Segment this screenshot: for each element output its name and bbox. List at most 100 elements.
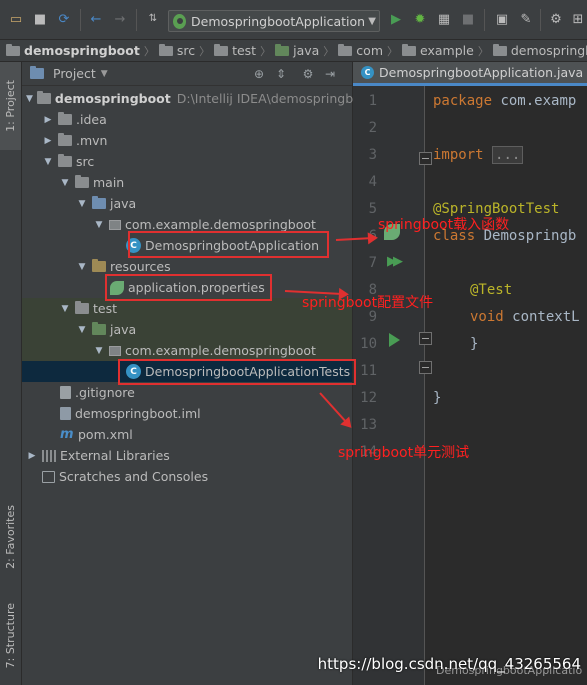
breadcrumb-item-java[interactable]: java xyxy=(275,43,319,58)
chevron-down-icon[interactable]: ▼ xyxy=(93,220,105,230)
tree-item-mvn[interactable]: ▶ .mvn xyxy=(22,130,352,151)
tree-item-label: main xyxy=(93,175,125,190)
tool-tab-project[interactable]: 1: Project xyxy=(0,62,21,150)
line-number: 11 xyxy=(360,363,377,379)
folder-icon xyxy=(75,175,89,188)
chevron-down-icon[interactable]: ▼ xyxy=(76,262,88,272)
highlight-box-properties xyxy=(105,274,272,301)
breadcrumb: demospringboot 〉 src 〉 test 〉 java 〉 com… xyxy=(0,40,587,62)
run-all-tests-icon[interactable]: ▶▶ xyxy=(387,254,403,269)
tree-item-label: .gitignore xyxy=(75,385,135,400)
breadcrumb-item-test[interactable]: test xyxy=(214,43,256,58)
watermark: https://blog.csdn.net/qq_43265564 xyxy=(317,655,581,673)
test-folder-icon xyxy=(92,322,106,335)
toolbar-separator xyxy=(540,9,541,31)
left-tool-stripe: 1: Project 2: Favorites 7: Structure xyxy=(0,62,22,685)
settings-icon[interactable]: ⚙ xyxy=(548,11,564,27)
coverage-icon[interactable]: ▦ xyxy=(436,11,452,27)
run-test-icon[interactable] xyxy=(389,333,400,347)
chevron-right-icon[interactable]: ▶ xyxy=(42,136,54,146)
main-toolbar: ▭ ■ ⟳ ← → ⇅ DemospringbootApplication ▼ … xyxy=(0,0,587,40)
line-number: 5 xyxy=(368,201,377,217)
structure-icon[interactable]: ⊞ xyxy=(570,11,586,27)
line-number: 4 xyxy=(368,174,377,190)
toolbar-separator xyxy=(80,9,81,31)
package-icon xyxy=(109,345,121,356)
breadcrumb-item-example[interactable]: example xyxy=(402,43,474,58)
gear-icon[interactable]: ⚙ xyxy=(300,66,316,82)
tree-item-main[interactable]: ▼ main xyxy=(22,172,352,193)
tree-item-label: demospringboot.iml xyxy=(75,406,201,421)
breadcrumb-item-demospringboot[interactable]: demospringboot xyxy=(492,43,587,58)
tree-item-label: src xyxy=(76,154,95,169)
tool-tab-structure[interactable]: 7: Structure xyxy=(0,590,21,682)
folder-open-icon[interactable]: ▭ xyxy=(8,11,24,27)
chevron-right-icon[interactable]: ▶ xyxy=(26,451,38,461)
line-number: 3 xyxy=(368,147,377,163)
code-line-11[interactable]: } xyxy=(470,336,478,352)
fold-marker-icon[interactable] xyxy=(419,332,432,345)
build-icon[interactable]: ⇅ xyxy=(145,11,161,27)
breadcrumb-item-src[interactable]: src xyxy=(158,43,195,58)
locate-icon[interactable]: ⊕ xyxy=(251,66,267,82)
stop-icon[interactable]: ■ xyxy=(460,11,476,27)
folder-icon xyxy=(58,154,72,167)
fold-marker-icon[interactable] xyxy=(419,152,432,165)
code-line-13[interactable]: } xyxy=(433,390,441,406)
code-line-1[interactable]: package com.examp xyxy=(433,93,576,109)
chevron-down-icon[interactable]: ▼ xyxy=(42,157,54,167)
run-config-dropdown[interactable]: DemospringbootApplication ▼ xyxy=(168,10,380,32)
back-icon[interactable]: ← xyxy=(88,11,104,27)
chevron-down-icon[interactable]: ▼ xyxy=(26,94,33,104)
run-icon[interactable]: ▶ xyxy=(388,11,404,27)
tree-item-scratches[interactable]: Scratches and Consoles xyxy=(22,466,352,487)
tree-item-gitignore[interactable]: .gitignore xyxy=(22,382,352,403)
code-line-3[interactable]: import ... xyxy=(433,146,524,164)
breadcrumb-item-com[interactable]: com xyxy=(338,43,383,58)
tree-item-src[interactable]: ▼ src xyxy=(22,151,352,172)
tree-item-main-java[interactable]: ▼ java xyxy=(22,193,352,214)
tree-item-project-root[interactable]: ▼ demospringboot D:\Intellij IDEA\demosp… xyxy=(22,88,368,109)
forward-icon[interactable]: → xyxy=(112,11,128,27)
editor-tab-application[interactable]: C DemospringbootApplication.java xyxy=(353,62,587,86)
sync-icon[interactable]: ⟳ xyxy=(56,11,72,27)
highlight-box-application xyxy=(128,231,329,258)
chevron-right-icon[interactable]: ▶ xyxy=(42,115,54,125)
code-line-10[interactable]: void contextL xyxy=(470,309,580,325)
chevron-down-icon[interactable]: ▼ xyxy=(76,199,88,209)
tree-item-label: resources xyxy=(110,259,171,274)
breadcrumb-item-project[interactable]: demospringboot xyxy=(6,43,140,58)
file-icon xyxy=(60,386,71,399)
chevron-down-icon[interactable]: ▼ xyxy=(101,69,108,79)
debug-icon[interactable]: ✹ xyxy=(412,11,428,27)
line-number: 12 xyxy=(360,390,377,406)
tree-item-idea[interactable]: ▶ .idea xyxy=(22,109,352,130)
sdk-icon[interactable]: ▣ xyxy=(494,11,510,27)
collapse-icon[interactable]: ⇕ xyxy=(273,66,289,82)
chevron-down-icon[interactable]: ▼ xyxy=(76,325,88,335)
code-line-9[interactable]: @Test xyxy=(470,282,512,298)
tree-item-pom[interactable]: m pom.xml xyxy=(22,424,352,445)
chevron-down-icon[interactable]: ▼ xyxy=(93,346,105,356)
project-panel-title[interactable]: Project xyxy=(53,66,96,81)
chevron-down-icon[interactable]: ▼ xyxy=(59,178,71,188)
line-number: 2 xyxy=(368,120,377,136)
tree-item-label: demospringboot xyxy=(54,91,171,106)
tree-item-external-libraries[interactable]: ▶ External Libraries xyxy=(22,445,352,466)
line-number: 10 xyxy=(360,336,377,352)
tree-item-iml[interactable]: demospringboot.iml xyxy=(22,403,352,424)
fold-marker-icon[interactable] xyxy=(419,361,432,374)
toolbar-separator xyxy=(136,9,137,31)
project-icon xyxy=(30,66,44,79)
edit-icon[interactable]: ✎ xyxy=(518,11,534,27)
tool-tab-favorites[interactable]: 2: Favorites xyxy=(0,492,21,582)
line-number: 1 xyxy=(368,93,377,109)
tree-item-label: java xyxy=(110,196,137,211)
line-number: 13 xyxy=(360,417,377,433)
hide-icon[interactable]: ⇥ xyxy=(322,66,338,82)
run-config-icon xyxy=(173,13,187,29)
tree-item-test-java[interactable]: ▼ java xyxy=(22,319,352,340)
save-icon[interactable]: ■ xyxy=(32,11,48,27)
chevron-down-icon[interactable]: ▼ xyxy=(59,304,71,314)
tree-item-test-package[interactable]: ▼ com.example.demospringboot xyxy=(22,340,352,361)
